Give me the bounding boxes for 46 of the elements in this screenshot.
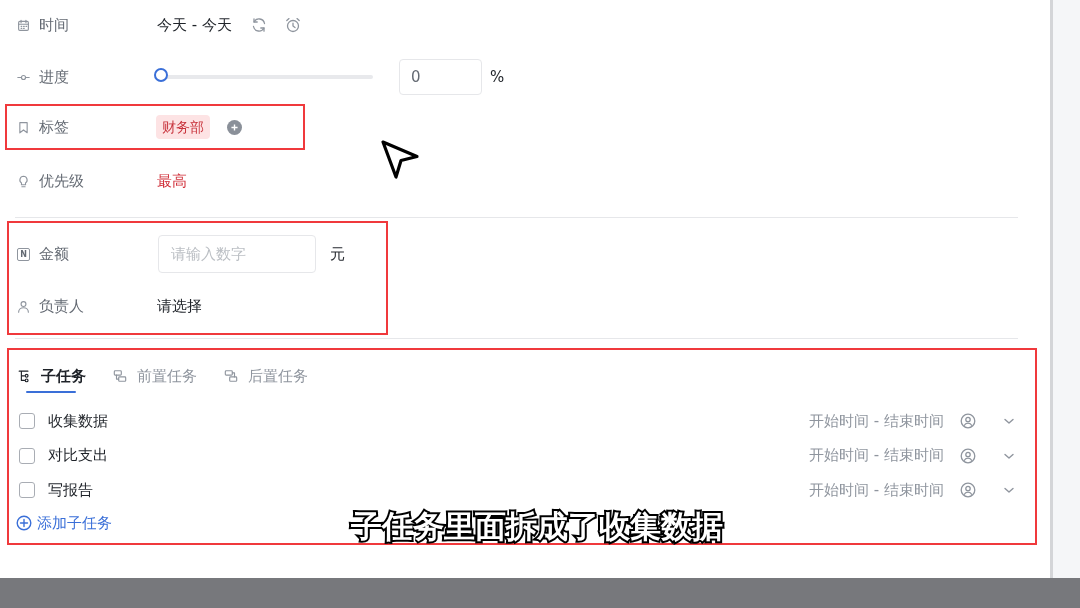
assignee-select[interactable]: 请选择 xyxy=(157,296,202,316)
field-label: 金额 xyxy=(39,244,69,264)
person-icon xyxy=(17,299,30,313)
add-tag-button[interactable] xyxy=(227,119,242,135)
subtask-title: 对比支出 xyxy=(48,446,108,466)
subtask-title: 收集数据 xyxy=(48,411,108,431)
linked-boxes-icon xyxy=(224,369,238,383)
user-circle-icon[interactable] xyxy=(960,413,976,430)
alarm-clock-icon[interactable] xyxy=(284,17,301,33)
subtask-date-range[interactable]: 开始时间 - 结束时间 xyxy=(809,411,944,431)
cursor-icon xyxy=(380,139,420,181)
user-circle-icon[interactable] xyxy=(960,447,976,464)
field-label: 负责人 xyxy=(39,296,84,316)
field-label: 优先级 xyxy=(39,171,84,191)
linked-boxes-icon xyxy=(113,369,127,383)
add-subtask-button[interactable]: 添加子任务 xyxy=(16,509,112,537)
plus-circle-icon xyxy=(16,515,32,531)
slider-thumb[interactable] xyxy=(154,68,168,82)
lightbulb-icon xyxy=(17,174,30,188)
field-label: 时间 xyxy=(39,15,69,35)
subtask-date-range[interactable]: 开始时间 - 结束时间 xyxy=(809,480,944,500)
amount-input[interactable]: 请输入数字 xyxy=(158,235,316,273)
tab[interactable]: 后置任务 xyxy=(224,350,308,394)
calendar-icon xyxy=(17,18,30,32)
scrollbar[interactable] xyxy=(1050,0,1053,578)
priority-value[interactable]: 最高 xyxy=(157,171,187,191)
refresh-icon[interactable] xyxy=(250,17,267,33)
checkbox[interactable] xyxy=(19,482,35,499)
unit-label: % xyxy=(490,68,505,86)
unit-label: 元 xyxy=(330,244,345,264)
checkbox[interactable] xyxy=(19,413,35,430)
number-type-icon: N xyxy=(17,247,30,261)
tab[interactable]: 前置任务 xyxy=(113,350,197,394)
plus-icon xyxy=(231,123,238,131)
tab[interactable]: 子任务 xyxy=(17,350,86,394)
tag-chip[interactable]: 财务部 xyxy=(156,115,210,139)
bookmark-icon xyxy=(17,120,30,134)
user-circle-icon[interactable] xyxy=(960,482,976,499)
subtask-title: 写报告 xyxy=(48,480,93,500)
tree-icon xyxy=(17,369,31,383)
field-label: 进度 xyxy=(39,67,69,87)
field-label: 标签 xyxy=(39,117,69,137)
checkbox[interactable] xyxy=(19,447,35,464)
date-range-value[interactable]: 今天 - 今天 xyxy=(157,15,232,35)
progress-input[interactable]: 0 xyxy=(399,59,482,95)
subtask-date-range[interactable]: 开始时间 - 结束时间 xyxy=(809,446,944,466)
